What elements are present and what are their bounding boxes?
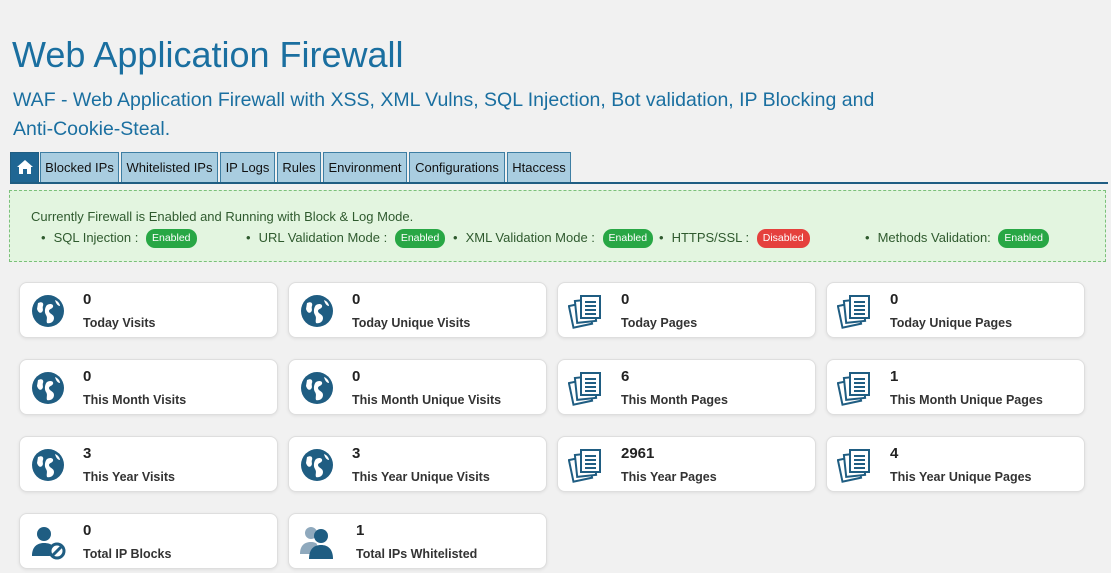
status-badge: Enabled: [602, 229, 654, 248]
status-badge: Enabled: [145, 229, 197, 248]
stat-value: 2961: [621, 445, 655, 462]
tab-home[interactable]: [10, 152, 39, 182]
stat-card-month-unique-pages: 1 This Month Unique Pages: [826, 359, 1085, 415]
stat-card-year-unique-pages: 4 This Year Unique Pages: [826, 436, 1085, 492]
pages-icon: [568, 447, 604, 483]
globe-icon: [299, 293, 335, 329]
status-item-label: XML Validation Mode :: [465, 229, 595, 245]
status-item-label: SQL Injection :: [53, 229, 139, 245]
stat-value: 3: [352, 445, 361, 462]
status-badge: Disabled: [756, 229, 810, 248]
tab-environment[interactable]: Environment: [323, 152, 407, 182]
status-item-label: HTTPS/SSL :: [671, 229, 750, 245]
stat-label: This Month Pages: [621, 393, 728, 407]
stat-label: Total IPs Whitelisted: [356, 547, 478, 561]
globe-icon: [30, 370, 66, 406]
stat-value: 0: [352, 291, 361, 308]
stat-card-today-pages: 0 Today Pages: [557, 282, 816, 338]
stat-card-today-visits: 0 Today Visits: [19, 282, 278, 338]
stat-label: This Year Pages: [621, 470, 717, 484]
stat-card-today-unique-visits: 0 Today Unique Visits: [288, 282, 547, 338]
stat-value: 0: [83, 522, 92, 539]
stat-card-month-visits: 0 This Month Visits: [19, 359, 278, 415]
stat-label: This Month Unique Pages: [890, 393, 1043, 407]
stat-label: Today Unique Visits: [352, 316, 471, 330]
status-item-xml: • XML Validation Mode : Enabled: [453, 229, 654, 248]
tab-whitelisted-ips[interactable]: Whitelisted IPs: [121, 152, 218, 182]
stat-card-month-pages: 6 This Month Pages: [557, 359, 816, 415]
pages-icon: [837, 370, 873, 406]
status-item-https: • HTTPS/SSL : Disabled: [659, 229, 810, 248]
status-item-url: • URL Validation Mode : Enabled: [246, 229, 446, 248]
stat-value: 6: [621, 368, 630, 385]
stat-label: Today Unique Pages: [890, 316, 1013, 330]
tab-rules[interactable]: Rules: [277, 152, 321, 182]
tab-blocked-ips[interactable]: Blocked IPs: [40, 152, 119, 182]
page-title: Web Application Firewall: [12, 34, 404, 75]
stat-card-today-unique-pages: 0 Today Unique Pages: [826, 282, 1085, 338]
stat-value: 0: [890, 291, 899, 308]
stat-value: 0: [83, 291, 92, 308]
stat-label: This Month Unique Visits: [352, 393, 502, 407]
tab-ip-logs[interactable]: IP Logs: [220, 152, 275, 182]
stat-card-month-unique-visits: 0 This Month Unique Visits: [288, 359, 547, 415]
tab-configurations[interactable]: Configurations: [409, 152, 505, 182]
status-item-sql: • SQL Injection : Enabled: [41, 229, 197, 248]
status-item-methods: • Methods Validation: Enabled: [865, 229, 1049, 248]
globe-icon: [299, 370, 335, 406]
stat-label: This Year Unique Visits: [352, 470, 490, 484]
stat-value: 4: [890, 445, 899, 462]
tab-bar: Blocked IPs Whitelisted IPs IP Logs Rule…: [10, 152, 1108, 184]
status-item-label: Methods Validation:: [877, 229, 991, 245]
pages-icon: [568, 370, 604, 406]
stat-card-year-unique-visits: 3 This Year Unique Visits: [288, 436, 547, 492]
page-subtitle: WAF - Web Application Firewall with XSS,…: [13, 89, 875, 140]
globe-icon: [299, 447, 335, 483]
pages-icon: [568, 293, 604, 329]
globe-icon: [30, 293, 66, 329]
stat-label: This Year Unique Pages: [890, 470, 1032, 484]
stat-label: Total IP Blocks: [83, 547, 172, 561]
stat-value: 1: [890, 368, 899, 385]
stat-label: Today Pages: [621, 316, 698, 330]
home-icon: [16, 160, 33, 174]
stat-card-year-pages: 2961 This Year Pages: [557, 436, 816, 492]
status-message: Currently Firewall is Enabled and Runnin…: [31, 209, 414, 224]
stat-value: 3: [83, 445, 92, 462]
stat-value: 0: [352, 368, 361, 385]
stat-label: This Year Visits: [83, 470, 175, 484]
stat-value: 0: [83, 368, 92, 385]
stat-value: 0: [621, 291, 630, 308]
status-badge: Enabled: [394, 229, 446, 248]
status-item-label: URL Validation Mode :: [258, 229, 388, 245]
stat-value: 1: [356, 522, 365, 539]
users-icon: [299, 524, 335, 560]
stat-card-year-visits: 3 This Year Visits: [19, 436, 278, 492]
stat-card-total-ip-blocks: 0 Total IP Blocks: [19, 513, 278, 569]
stat-card-total-ips-whitelisted: 1 Total IPs Whitelisted: [288, 513, 547, 569]
stat-label: Today Visits: [83, 316, 156, 330]
firewall-status-panel: Currently Firewall is Enabled and Runnin…: [9, 190, 1106, 262]
user-blocked-icon: [30, 524, 66, 560]
globe-icon: [30, 447, 66, 483]
status-badge: Enabled: [998, 229, 1049, 248]
pages-icon: [837, 447, 873, 483]
tab-htaccess[interactable]: Htaccess: [507, 152, 571, 182]
stat-label: This Month Visits: [83, 393, 187, 407]
pages-icon: [837, 293, 873, 329]
